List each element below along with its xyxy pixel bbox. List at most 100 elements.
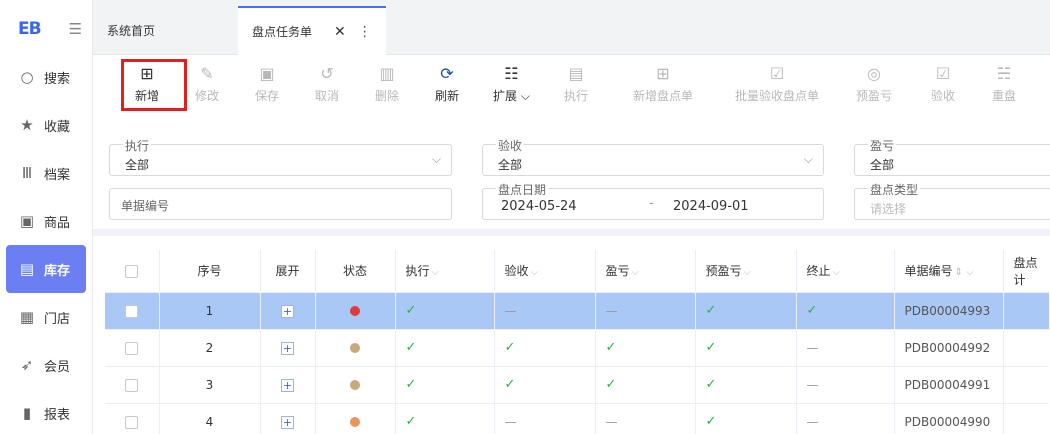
toolbar-button-9[interactable]: ☑ 批量验收盘点单 [735, 63, 819, 104]
row-stop-value: ✓ [806, 303, 818, 318]
table-row[interactable]: 2 + ✓ ✓ ✓ ✓ — PDB00004992 [105, 329, 1049, 367]
more-vertical-icon[interactable]: ⋮ [358, 24, 372, 40]
row-checkbox[interactable] [125, 415, 139, 429]
sidebar-item-0[interactable]: ○ 搜索 [0, 53, 93, 101]
row-accept: ✓ [494, 366, 596, 404]
menu-collapse-icon[interactable]: ☰ [69, 20, 82, 38]
row-execute-value: ✓ [405, 377, 417, 392]
doc-no-input[interactable]: 单据编号 [109, 188, 452, 220]
toolbar-button-12[interactable]: ☵ 重盘 [992, 63, 1016, 104]
extend-icon: ☷ [504, 63, 519, 83]
header-accept[interactable]: 验收 ⌵ [494, 250, 596, 293]
table-row[interactable]: 1 + ✓ — — ✓ ✓ PDB00004993 [105, 292, 1049, 330]
row-accept: — [494, 403, 596, 434]
row-profit-value: ✓ [605, 340, 617, 355]
row-pre-profit-value: ✓ [705, 303, 717, 318]
accept-value: 全部 [498, 158, 523, 172]
sort-icon[interactable]: ⇕ ⌵ [955, 267, 974, 278]
row-checkbox[interactable] [125, 304, 139, 318]
header-expand: 展开 [260, 250, 316, 293]
sidebar-item-label: 报表 [44, 407, 71, 423]
sidebar-item-5[interactable]: ▦ 门店 [0, 293, 93, 341]
header-accept-label: 验收 [504, 264, 529, 279]
header-execute[interactable]: 执行 ⌵ [395, 250, 495, 293]
row-profit: ✓ [595, 366, 696, 404]
table-row[interactable]: 3 + ✓ ✓ ✓ ✓ — PDB00004991 [105, 366, 1049, 404]
date-start[interactable]: 2024-05-24 [501, 199, 577, 214]
type-select[interactable]: 盘点类型 请选择 [854, 184, 1050, 220]
header-stop[interactable]: 终止 ⌵ [796, 250, 895, 293]
toolbar-button-7[interactable]: ▤ 执行 [564, 63, 588, 104]
row-doc-no: PDB00004990 [894, 403, 1004, 434]
toolbar-button-10[interactable]: ◎ 预盈亏 [856, 63, 892, 104]
toolbar-button-1[interactable]: ✎ 修改 [195, 63, 219, 104]
execute-select[interactable]: 执行 全部 ⌵ [109, 140, 452, 176]
row-accept-value: ✓ [504, 377, 516, 392]
pulse-icon: ◎ [867, 63, 881, 83]
sidebar-item-6[interactable]: ➶ 会员 [0, 341, 93, 389]
row-select-cell [105, 292, 160, 330]
chevron-down-icon: ⌵ [431, 267, 440, 279]
sidebar-item-label: 搜索 [44, 71, 71, 87]
toolbar-button-4[interactable]: ▥ 删除 [375, 63, 399, 104]
type-placeholder: 请选择 [870, 202, 907, 216]
toolbar-button-label: 重盘 [992, 89, 1017, 103]
close-icon[interactable]: ✕ [334, 24, 346, 40]
tab-inventory-task[interactable]: 盘点任务单 ✕ ⋮ [238, 6, 386, 55]
row-checkbox[interactable] [125, 378, 139, 392]
toolbar-button-label: 批量验收盘点单 [735, 89, 820, 103]
toolbar-button-11[interactable]: ☑ 验收 [931, 63, 955, 104]
accept-select[interactable]: 验收 全部 ⌵ [482, 140, 824, 176]
toolbar-button-2[interactable]: ▣ 保存 [255, 63, 279, 104]
sidebar-item-3[interactable]: ▣ 商品 [0, 197, 93, 245]
toolbar-button-8[interactable]: ⊞ 新增盘点单 [633, 63, 693, 104]
row-execute: ✓ [395, 329, 495, 367]
profit-select[interactable]: 盈亏 全部 [854, 140, 1050, 176]
select-all-cell[interactable] [105, 250, 160, 293]
toolbar-button-label: 删除 [375, 89, 400, 103]
table-row[interactable]: 4 + ✓ — — ✓ — PDB00004990 [105, 403, 1049, 434]
sidebar-item-1[interactable]: ★ 收藏 [0, 101, 93, 149]
sidebar-item-label: 会员 [44, 359, 71, 375]
expand-plus-icon[interactable]: + [281, 341, 294, 355]
toolbar-button-6[interactable]: ☷ 扩展 ⌵ [493, 63, 530, 104]
row-select-cell [105, 366, 160, 404]
toolbar-button-label: 验收 [931, 89, 956, 103]
edit-icon: ✎ [200, 63, 214, 83]
row-status-cell [315, 329, 396, 367]
chevron-down-icon: ⌵ [743, 267, 752, 279]
sidebar-item-2[interactable]: Ⅲ 档案 [0, 149, 93, 197]
sidebar-item-7[interactable]: ▮ 报表 [0, 389, 93, 434]
row-pre-profit: ✓ [695, 329, 797, 367]
row-accept-value: — [504, 414, 517, 429]
row-execute: ✓ [395, 403, 495, 434]
row-execute: ✓ [395, 292, 495, 330]
date-separator: - [649, 196, 654, 211]
accept-label: 验收 [496, 139, 525, 153]
row-execute-value: ✓ [405, 303, 417, 318]
row-checkbox[interactable] [125, 341, 139, 355]
row-index-value: 3 [205, 377, 214, 392]
expand-plus-icon[interactable]: + [281, 415, 294, 429]
expand-plus-icon[interactable]: + [281, 304, 294, 318]
header-profit[interactable]: 盈亏 ⌵ [595, 250, 696, 293]
header-stop-label: 终止 [806, 264, 831, 279]
chevron-down-icon: ⌵ [431, 152, 441, 166]
select-all-checkbox[interactable] [125, 264, 139, 278]
toolbar-button-5[interactable]: ⟳ 刷新 [435, 63, 459, 104]
tab-home[interactable]: 系统首页 [107, 6, 155, 55]
toolbar-button-label: 保存 [255, 89, 280, 103]
execute-label: 执行 [123, 139, 152, 153]
header-pre-profit[interactable]: 预盈亏 ⌵ [695, 250, 797, 293]
toolbar-button-3[interactable]: ↺ 取消 [315, 63, 339, 104]
expand-plus-icon[interactable]: + [281, 378, 294, 392]
header-count: 盘点计 [1003, 250, 1049, 293]
header-pre-profit-label: 预盈亏 [705, 264, 742, 279]
sidebar-item-4[interactable]: ▤ 库存 [6, 245, 86, 293]
row-stop: — [796, 366, 895, 404]
chevron-down-icon: ⌵ [631, 267, 640, 279]
date-end[interactable]: 2024-09-01 [673, 199, 749, 214]
header-doc-no[interactable]: 单据编号 ⇕ ⌵ [894, 250, 1004, 293]
refresh-icon: ⟳ [440, 63, 454, 83]
date-range-picker[interactable]: 盘点日期 2024-05-24 - 2024-09-01 [482, 184, 824, 220]
